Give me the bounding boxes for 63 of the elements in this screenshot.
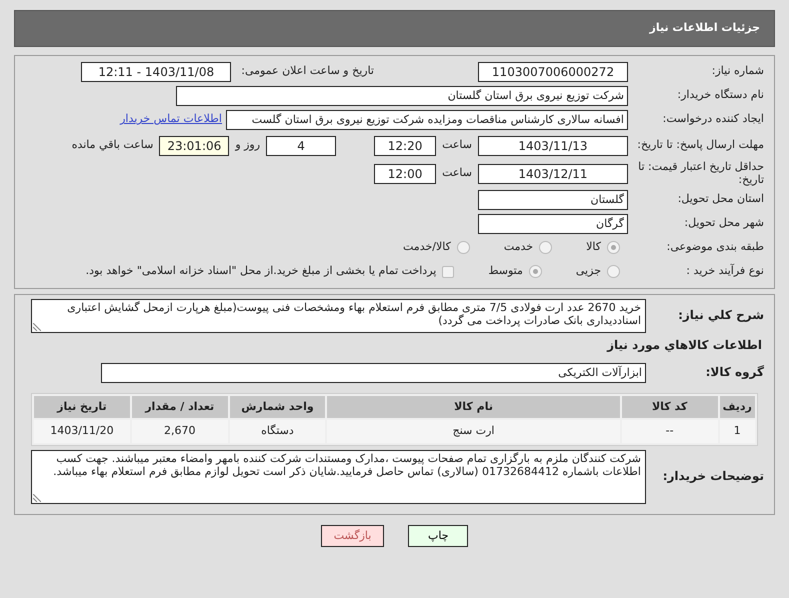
field-label: مهلت ارسال پاسخ: تا تاریخ: — [636, 139, 765, 152]
text-field[interactable]: ابزارآلات الکتریکی — [101, 362, 646, 382]
field-label: استان محل تحویل: — [676, 193, 765, 206]
table-cell: ارت سنج — [327, 420, 620, 442]
notes-area[interactable]: شرکت کنندگان ملزم به بارگزاری تمام صفحات پیوست ،مدارک ومستندات شرکت کننده بامهر وامضاء معتبر میباشند. جهت کسب اطلاعات باشماره 01732684412 (سالاری) تماس حاصل فرمایید.شایان ذکر است تحویل لوازم مطابق فرم استعلام بهاء میباشد. — [31, 450, 646, 504]
table-cell: 2,670 — [132, 420, 228, 442]
field-label: ساعت — [441, 137, 473, 154]
description-area[interactable]: خرید 2670 عدد ارت فولادی 7/5 متری مطابق فرم استعلام بهاء ومشخصات فنی پیوست(مبلغ هرپارت ازمحل گشایش اعتباری اسناددیداری بانک صادرات پرداخت می گردد) — [31, 298, 646, 332]
resize-grip-icon[interactable] — [33, 322, 41, 330]
field-label: نوع فرآیند خرید : — [685, 265, 765, 278]
table-cell: 1403/11/20 — [34, 420, 130, 442]
text-field[interactable]: 1403/12/11 — [478, 164, 628, 184]
radio-button[interactable] — [607, 265, 620, 278]
radio-label: متوسط — [487, 263, 524, 280]
field-label: ساعت باقي مانده — [70, 137, 154, 154]
text-field[interactable]: 1403/11/13 — [478, 136, 628, 156]
print-button[interactable]: چاپ — [408, 524, 468, 547]
radio-button[interactable] — [607, 241, 620, 254]
radio-button[interactable] — [528, 265, 542, 278]
table-cell: 1 — [720, 420, 755, 442]
page-title: جزئیات اطلاعات نیاز — [14, 10, 775, 46]
text-field[interactable]: شرکت توزیع نیروی برق استان گلستان — [176, 86, 628, 106]
countdown-field[interactable]: 23:01:06 — [159, 136, 230, 156]
back-button[interactable]: بازگشت — [320, 524, 384, 547]
field-label: گروه کالا: — [704, 366, 765, 380]
column-header: واحد شمارش — [230, 396, 326, 418]
text-field[interactable]: گرگان — [478, 214, 628, 234]
text-field[interactable]: 1403/11/08 - 12:11 — [81, 62, 232, 82]
field-label: شهر محل تحویل: — [683, 217, 765, 230]
column-header: تعداد / مقدار — [132, 396, 228, 418]
radio-label: خدمت — [502, 239, 534, 256]
field-label: شماره نیاز: — [710, 65, 765, 78]
text-field[interactable]: 12:00 — [374, 164, 436, 184]
field-label: طبقه بندی موضوعی: — [666, 241, 765, 254]
field-label: روز و — [234, 137, 262, 154]
text-field[interactable]: گلستان — [478, 190, 628, 210]
text-field[interactable]: 1103007006000272 — [478, 62, 628, 82]
radio-label: جزیی — [574, 263, 602, 280]
column-header: نام کالا — [327, 396, 620, 418]
field-label: ساعت — [441, 165, 473, 182]
field-label: توضیحات خریدار: — [662, 470, 765, 484]
column-header: کد کالا — [622, 396, 718, 418]
radio-label: کالا/خدمت — [402, 239, 452, 256]
checkbox-label: پرداخت تمام یا بخشی از مبلغ خرید.از محل "اسناد خزانه اسلامی" خواهد بود. — [84, 263, 438, 280]
contact-link[interactable]: اطلاعات تماس خریدار — [120, 111, 226, 128]
text-field[interactable]: افسانه سالاری کارشناس مناقصات ومزایده شرکت توزیع نیروی برق استان گلست — [226, 110, 628, 130]
text-field[interactable]: 4 — [266, 136, 336, 156]
field-label: شرح کلي نیاز: — [677, 308, 765, 322]
field-label: نام دستگاه خریدار: — [676, 89, 765, 102]
table-cell: دستگاه — [230, 420, 326, 442]
section-title: اطلاعات کالاهاي مورد نیاز — [607, 336, 763, 354]
checkbox[interactable] — [442, 266, 454, 278]
field-label: حداقل تاریخ اعتبار قیمت: تا تاریخ: — [637, 160, 765, 186]
table-cell: -- — [622, 420, 718, 442]
column-header: ردیف — [720, 396, 755, 418]
text-field[interactable]: 12:20 — [374, 136, 436, 156]
field-label: تاریخ و ساعت اعلان عمومی: — [240, 63, 375, 80]
radio-button[interactable] — [539, 241, 552, 254]
radio-button[interactable] — [456, 241, 470, 254]
column-header: تاریخ نیاز — [34, 396, 130, 418]
resize-grip-icon[interactable] — [33, 494, 41, 502]
field-label: ایجاد کننده درخواست: — [662, 113, 765, 126]
radio-label: کالا — [585, 239, 602, 256]
